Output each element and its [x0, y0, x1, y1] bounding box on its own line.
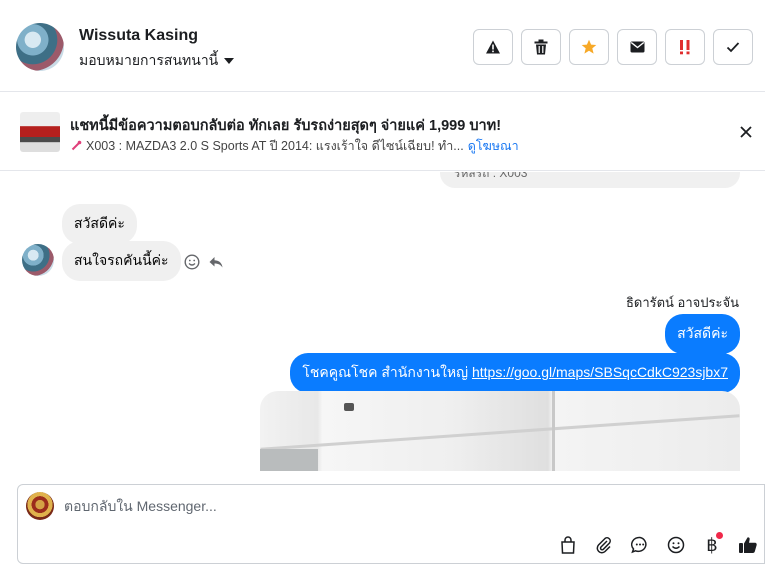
contact-name[interactable]: Wissuta Kasing — [79, 27, 198, 45]
map-link[interactable]: https://goo.gl/maps/SBSqcCdkC923sjbx7 — [472, 364, 728, 380]
reply-icon[interactable] — [208, 254, 224, 270]
like-button[interactable] — [736, 533, 760, 557]
sender-name: ธิดารัตน์ อาจประจัน — [625, 295, 739, 310]
thumbs-up-icon — [739, 537, 757, 553]
paperclip-icon — [596, 537, 611, 554]
star-button[interactable] — [569, 29, 609, 65]
ad-subtitle: X003 : MAZDA3 2.0 S Sports AT ปี 2014: แ… — [86, 139, 464, 153]
message-thread[interactable]: รหัสรถ : X003 สวัสดีค่ะ สนใจรถคันนี้ค่ะ … — [0, 172, 765, 471]
ad-context-banner: แชทนี้มีข้อความตอบกลับต่อ ทักเลย รับรถง่… — [0, 93, 765, 171]
report-button[interactable] — [473, 29, 513, 65]
close-ad-button[interactable] — [737, 123, 755, 141]
view-ad-link[interactable]: ดูโฆษณา — [468, 136, 519, 156]
emoji-icon — [667, 536, 685, 554]
payment-button[interactable]: ฿ — [700, 532, 724, 557]
shop-button[interactable] — [556, 533, 580, 557]
ad-thumbnail — [20, 112, 60, 152]
double-exclamation-icon — [680, 40, 690, 55]
close-icon — [740, 126, 752, 138]
ad-title: แชทนี้มีข้อความตอบกลับต่อ ทักเลย รับรถง่… — [70, 118, 502, 134]
message-tools — [184, 254, 224, 270]
message-photo[interactable] — [260, 391, 740, 471]
page-avatar — [26, 492, 54, 520]
pin-icon — [71, 140, 82, 151]
message-text: โชคคูณโชค สำนักงานใหญ่ — [302, 364, 472, 380]
composer-toolbar: ฿ — [556, 532, 760, 557]
ad-subtitle-row: X003 : MAZDA3 2.0 S Sports AT ปี 2014: แ… — [70, 136, 519, 156]
delete-button[interactable] — [521, 29, 561, 65]
chat-bubble-icon — [631, 536, 647, 554]
star-icon — [581, 39, 597, 54]
notification-dot — [716, 532, 723, 539]
contact-avatar-small — [22, 244, 54, 276]
reply-input[interactable] — [64, 498, 664, 514]
trash-icon — [534, 39, 548, 55]
reply-composer: ฿ — [17, 484, 765, 564]
assign-label: มอบหมายการสนทนานี้ — [79, 52, 219, 68]
emoji-button[interactable] — [664, 533, 688, 557]
incoming-message[interactable]: สวัสดีค่ะ — [62, 204, 137, 244]
attach-button[interactable] — [592, 533, 616, 557]
caret-down-icon — [224, 58, 235, 64]
shopping-bag-icon — [561, 536, 575, 554]
mark-unread-button[interactable] — [617, 29, 657, 65]
outgoing-message[interactable]: สวัสดีค่ะ — [665, 314, 740, 354]
previous-message-bubble: รหัสรถ : X003 — [440, 172, 740, 188]
outgoing-message-with-link[interactable]: โชคคูณโชค สำนักงานใหญ่ https://goo.gl/ma… — [290, 353, 740, 393]
assign-conversation-dropdown[interactable]: มอบหมายการสนทนานี้ — [79, 50, 235, 72]
conversation-actions — [473, 29, 753, 65]
conversation-header: Wissuta Kasing มอบหมายการสนทนานี้ — [0, 0, 765, 92]
contact-avatar[interactable] — [16, 23, 64, 71]
incoming-message[interactable]: สนใจรถคันนี้ค่ะ — [62, 241, 181, 281]
done-button[interactable] — [713, 29, 753, 65]
envelope-icon — [630, 41, 644, 53]
warning-icon — [486, 40, 500, 54]
emoji-react-icon[interactable] — [184, 254, 200, 270]
check-icon — [726, 42, 740, 53]
important-button[interactable] — [665, 29, 705, 65]
saved-replies-button[interactable] — [628, 533, 652, 557]
